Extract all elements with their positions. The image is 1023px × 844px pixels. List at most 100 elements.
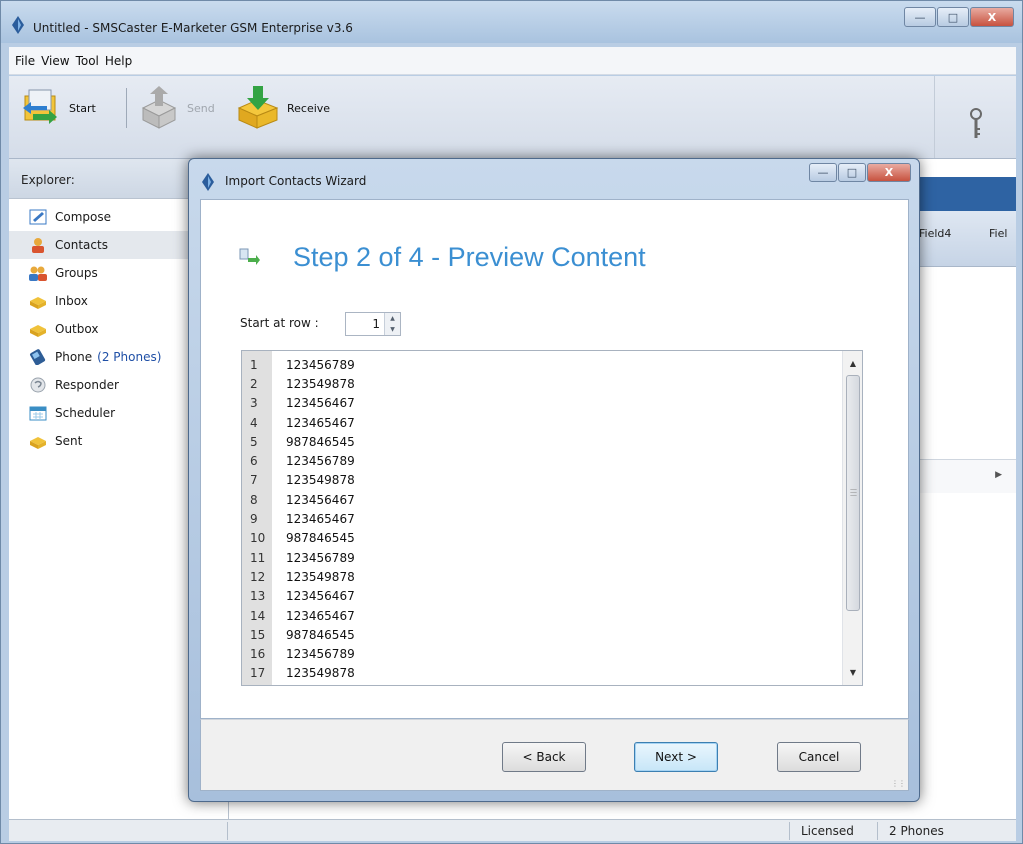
menu-help[interactable]: Help — [105, 54, 132, 68]
menu-view[interactable]: View — [41, 54, 69, 68]
back-button[interactable]: < Back — [502, 742, 586, 772]
preview-row: 17 123549878 — [242, 664, 842, 683]
preview-row: 1 123456789 — [242, 355, 842, 374]
row-value: 123465467 — [286, 608, 355, 623]
wizard-minimize-button[interactable]: — — [809, 163, 837, 182]
preview-row: 6 123456789 — [242, 451, 842, 470]
outbox-icon — [30, 325, 46, 337]
row-value: 123465467 — [286, 415, 355, 430]
minimize-button[interactable]: — — [904, 7, 936, 27]
status-divider — [227, 822, 228, 840]
row-number: 8 — [250, 492, 258, 507]
row-value: 123456467 — [286, 396, 355, 411]
start-row-stepper[interactable]: 1 ▲ ▼ — [345, 312, 401, 336]
preview-row: 14 123465467 — [242, 606, 842, 625]
next-button[interactable]: Next > — [634, 742, 718, 772]
receive-button[interactable]: Receive — [235, 84, 330, 132]
close-button[interactable]: X — [970, 7, 1014, 27]
row-number: 13 — [250, 589, 266, 604]
resize-grip-icon[interactable]: ⋮⋮ — [891, 779, 906, 788]
stepper-down-icon[interactable]: ▼ — [385, 324, 400, 335]
app-logo-icon — [12, 16, 24, 34]
status-phones: 2 Phones — [889, 824, 944, 838]
scroll-up-icon[interactable]: ▲ — [843, 359, 862, 368]
row-value: 123456789 — [286, 357, 355, 372]
send-label: Send — [187, 101, 215, 115]
groups-icon — [29, 266, 47, 281]
wizard-body: Step 2 of 4 - Preview Content Start at r… — [200, 199, 909, 719]
phone-count: (2 Phones) — [97, 350, 162, 364]
row-value: 987846545 — [286, 531, 355, 546]
receive-icon — [237, 86, 279, 129]
scheduler-icon — [29, 406, 47, 421]
explorer-label: Sent — [55, 434, 83, 448]
scrollbar-grip: — — — — [850, 485, 857, 499]
row-value: 123456467 — [286, 492, 355, 507]
menubar: File View Tool Help — [9, 47, 1016, 75]
preview-row: 11 123456789 — [242, 548, 842, 567]
wizard-logo-icon — [202, 173, 214, 191]
receive-label: Receive — [287, 101, 331, 115]
menu-file[interactable]: File — [15, 54, 35, 68]
preview-row: 15 987846545 — [242, 625, 842, 644]
send-button[interactable]: Send — [137, 84, 215, 132]
row-value: 123456789 — [286, 550, 355, 565]
wizard-title: Import Contacts Wizard — [225, 174, 367, 188]
preview-row: 5 987846545 — [242, 432, 842, 451]
row-number: 12 — [250, 569, 266, 584]
send-icon — [141, 86, 177, 129]
start-icon — [23, 89, 57, 124]
start-row-label: Start at row : — [240, 316, 319, 330]
row-number: 4 — [250, 415, 258, 430]
preview-row: 12 123549878 — [242, 567, 842, 586]
column-header-field4[interactable]: Field4 — [919, 227, 951, 240]
maximize-button[interactable]: □ — [937, 7, 969, 27]
row-value: 987846545 — [286, 627, 355, 642]
start-row-value[interactable]: 1 — [372, 317, 380, 331]
window-title: Untitled - SMSCaster E-Marketer GSM Ente… — [33, 21, 353, 35]
stepper-up-icon[interactable]: ▲ — [385, 313, 400, 324]
row-number: 15 — [250, 627, 266, 642]
scrollbar-thumb[interactable]: — — — — [846, 375, 860, 611]
column-header-field5[interactable]: Fiel — [989, 227, 1007, 240]
preview-row: 10 987846545 — [242, 529, 842, 548]
explorer-label: Outbox — [55, 322, 99, 336]
wizard-close-button[interactable]: X — [867, 163, 911, 182]
row-value: 987846545 — [286, 434, 355, 449]
scroll-down-icon[interactable]: ▼ — [843, 668, 862, 677]
back-label: < Back — [522, 750, 566, 764]
start-button[interactable]: Start — [19, 84, 96, 132]
preview-rows: 1 123456789 2 123549878 3 123456467 4 123465467… — [242, 355, 842, 683]
cancel-button[interactable]: Cancel — [777, 742, 861, 772]
preview-list[interactable]: 1 123456789 2 123549878 3 123456467 4 123465467… — [241, 350, 863, 686]
row-number: 10 — [250, 531, 266, 546]
explorer-label: Responder — [55, 378, 119, 392]
toolbar-separator — [126, 88, 127, 128]
explorer-label: Inbox — [55, 294, 88, 308]
responder-icon — [30, 377, 46, 393]
row-number: 14 — [250, 608, 266, 623]
main-titlebar[interactable]: Untitled - SMSCaster E-Marketer GSM Ente… — [1, 1, 1022, 43]
row-number: 6 — [250, 454, 258, 469]
preview-vertical-scrollbar[interactable]: ▲ — — — ▼ — [842, 351, 862, 685]
scroll-right-icon[interactable]: ▶ — [995, 470, 1002, 480]
row-value: 123456789 — [286, 454, 355, 469]
row-value: 123465467 — [286, 512, 355, 527]
preview-row: 7 123549878 — [242, 471, 842, 490]
preview-row: 3 123456467 — [242, 394, 842, 413]
row-value: 123549878 — [286, 666, 355, 681]
explorer-label: Contacts — [55, 238, 108, 252]
row-value: 123549878 — [286, 569, 355, 584]
import-contacts-wizard: Import Contacts Wizard — □ X Step 2 of 4… — [188, 158, 920, 802]
status-divider — [877, 822, 878, 840]
wizard-maximize-button[interactable]: □ — [838, 163, 866, 182]
contacts-icon — [32, 238, 44, 253]
cancel-label: Cancel — [798, 750, 840, 764]
explorer-label: Scheduler — [55, 406, 116, 420]
start-label: Start — [69, 101, 96, 115]
row-number: 2 — [250, 376, 258, 391]
explorer-label: Phone — [55, 350, 93, 364]
menu-tool[interactable]: Tool — [76, 54, 99, 68]
key-icon[interactable] — [969, 108, 983, 140]
import-step-icon — [239, 248, 260, 265]
